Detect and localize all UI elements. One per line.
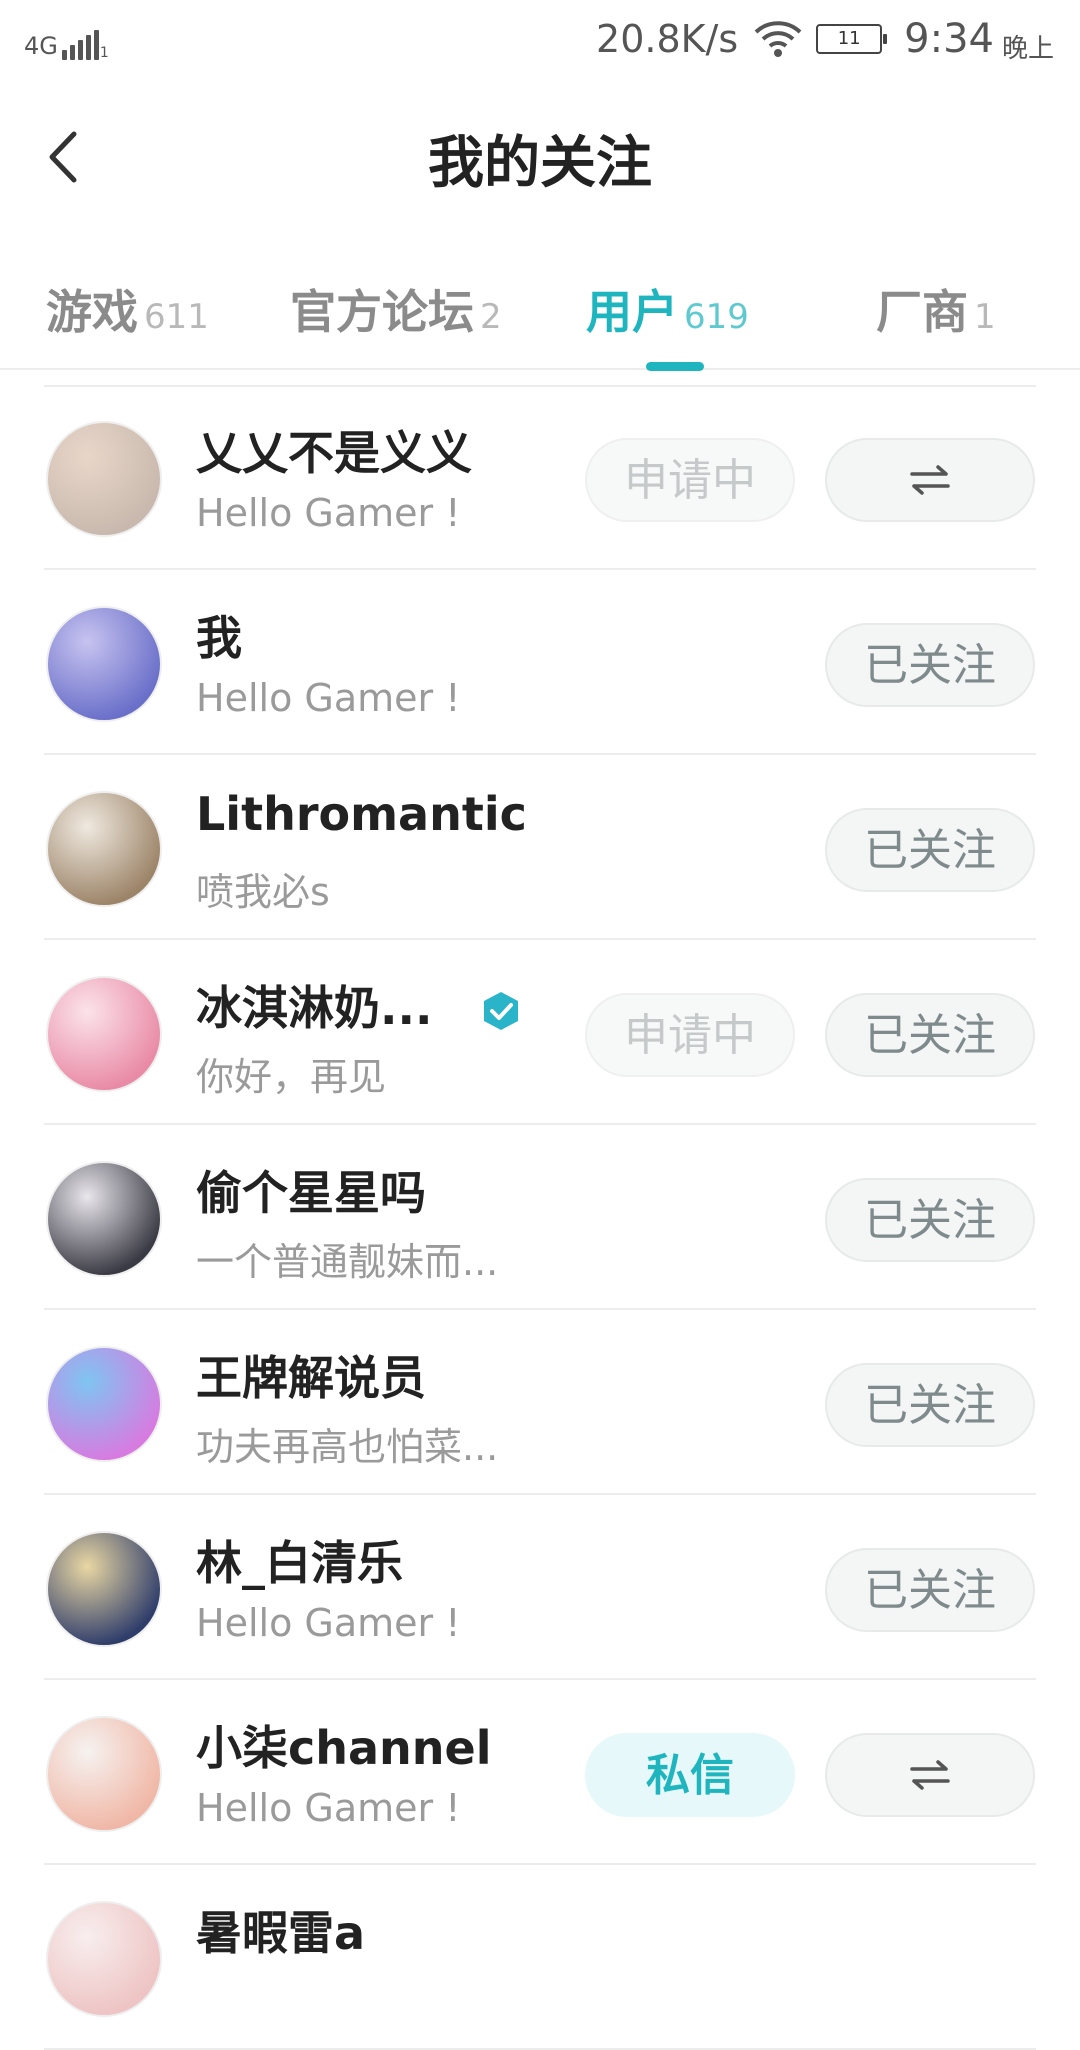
user-name: 我 [196,611,242,665]
user-row[interactable]: 冰淇淋奶... 你好，再见 申请中 已关注 [0,940,1080,1125]
tab-count: 611 [144,297,209,337]
mutual-follow-button[interactable] [825,438,1035,522]
user-name: 乂乂不是义义 [196,426,472,480]
user-signature: 喷我必s [196,870,330,914]
user-name: 王牌解说员 [196,1351,426,1405]
verified-badge-icon [484,992,518,1030]
avatar[interactable] [46,1346,162,1462]
following-button[interactable]: 已关注 [825,808,1035,892]
private-message-button[interactable]: 私信 [585,1733,795,1817]
avatar[interactable] [46,421,162,537]
page-title: 我的关注 [428,131,652,196]
following-button[interactable]: 已关注 [825,1363,1035,1447]
tab-count: 619 [684,297,749,337]
tab-games[interactable]: 游戏 611 [46,276,209,342]
tab-count: 1 [974,297,996,337]
tab-users[interactable]: 用户 619 [586,276,749,342]
user-row[interactable]: 我 Hello Gamer ! 已关注 [0,570,1080,755]
clock-time: 9:34 [904,16,994,62]
signal-icon [61,30,102,60]
user-row[interactable]: 乂乂不是义义 Hello Gamer ! 申请中 [0,385,1080,570]
user-name: Lithromantic [196,787,527,841]
avatar[interactable] [46,976,162,1092]
request-pending-button[interactable]: 申请中 [585,438,795,522]
user-signature: Hello Gamer ! [196,1601,461,1645]
user-signature: Hello Gamer ! [196,676,461,720]
tab-label: 厂商 [876,285,968,339]
user-name: 冰淇淋奶... [196,981,433,1035]
status-bar: 4G 1 20.8K/s 11 9:34 晚上 [0,0,1080,80]
user-signature: 你好，再见 [196,1055,387,1099]
following-button[interactable]: 已关注 [825,623,1035,707]
mutual-follow-button[interactable] [825,1733,1035,1817]
active-tab-indicator [646,362,704,371]
swap-arrows-icon [908,455,952,506]
top-app-bar: 我的关注 [0,80,1080,230]
user-row[interactable]: 小柒channel Hello Gamer ! 私信 [0,1680,1080,1865]
user-name: 小柒channel [196,1721,492,1775]
tab-label: 官方论坛 [290,285,474,339]
tab-vendors[interactable]: 厂商 1 [876,276,996,342]
user-row[interactable]: 偷个星星吗一个普通靓妹而... 已关注 [0,1125,1080,1310]
network-speed: 20.8K/s [596,17,739,61]
user-signature: 功夫再高也怕菜... [196,1425,499,1469]
user-name: 偷个星星吗 [196,1166,426,1220]
tab-bar: 游戏 611 官方论坛 2 用户 619 厂商 1 [0,230,1080,370]
avatar[interactable] [46,1531,162,1647]
avatar[interactable] [46,606,162,722]
user-row[interactable]: 林_白清乐 Hello Gamer ! 已关注 [0,1495,1080,1680]
following-button[interactable]: 已关注 [825,1178,1035,1262]
tab-official-forum[interactable]: 官方论坛 2 [290,276,502,342]
signal-sub-label: 1 [99,45,109,61]
clock-ampm: 晚上 [1001,33,1054,64]
user-row[interactable]: Lithromantic 喷我必s 已关注 [0,755,1080,940]
user-name: 暑暇雷a [196,1906,366,1960]
tab-count: 2 [480,297,502,337]
avatar[interactable] [46,1161,162,1277]
user-row[interactable]: 暑暇雷a [0,1865,1080,2050]
status-right: 20.8K/s 11 9:34 晚上 [596,14,1054,64]
tab-label: 游戏 [46,285,138,339]
wifi-icon [754,21,802,57]
avatar[interactable] [46,1716,162,1832]
user-signature: 一个普通靓妹而... [196,1240,499,1284]
avatar[interactable] [46,791,162,907]
user-signature: Hello Gamer ! [196,491,461,535]
network-type: 4G [24,32,58,60]
following-button[interactable]: 已关注 [825,1548,1035,1632]
tab-label: 用户 [586,285,678,339]
battery-icon: 11 [816,24,888,54]
user-name: 林_白清乐 [196,1536,403,1590]
user-row[interactable]: 王牌解说员功夫再高也怕菜... 已关注 [0,1310,1080,1495]
user-signature: Hello Gamer ! [196,1786,461,1830]
signal-area: 4G 1 [24,20,109,60]
avatar[interactable] [46,1901,162,2017]
swap-arrows-icon [908,1750,952,1801]
following-button[interactable]: 已关注 [825,993,1035,1077]
request-pending-button[interactable]: 申请中 [585,993,795,1077]
